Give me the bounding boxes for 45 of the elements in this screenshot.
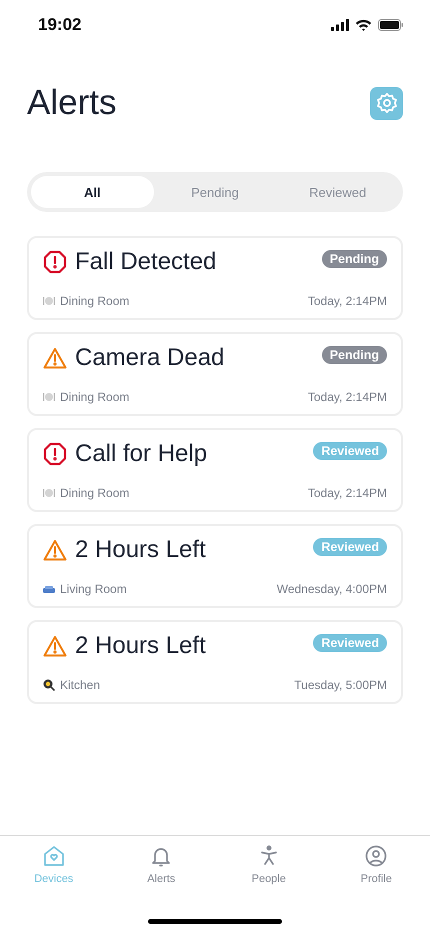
alert-location: Dining Room xyxy=(60,486,130,500)
status-time: 19:02 xyxy=(38,15,82,35)
alert-octagon-icon xyxy=(43,442,67,466)
alert-octagon-icon xyxy=(43,250,67,274)
alert-card[interactable]: Fall Detected Pending Dining Room Today, 2:14PM xyxy=(27,236,403,320)
alert-time: Tuesday, 5:00PM xyxy=(294,678,387,692)
status-label: Pending xyxy=(322,250,387,268)
alert-location: Kitchen xyxy=(60,678,100,692)
settings-button[interactable] xyxy=(370,86,403,120)
alert-time: Wednesday, 4:00PM xyxy=(276,582,387,596)
signal-icon xyxy=(331,19,349,31)
settings-icon xyxy=(376,92,398,114)
filter-tab[interactable]: All xyxy=(31,176,154,208)
alert-card[interactable]: 2 Hours Left Reviewed Living Room Wednesday, 4:00PM xyxy=(27,524,403,608)
sofa-icon xyxy=(43,584,55,594)
status-label: Reviewed xyxy=(313,538,387,556)
warning-triangle-icon xyxy=(43,635,67,657)
alert-time: Today, 2:14PM xyxy=(308,294,387,308)
alert-title: Call for Help xyxy=(75,440,208,468)
alert-card[interactable]: 2 Hours Left Reviewed Kitchen Tuesday, 5:00PM xyxy=(27,620,403,704)
battery-icon xyxy=(378,19,404,31)
plate-icon xyxy=(43,392,55,402)
alert-title: 2 Hours Left xyxy=(75,632,206,660)
alert-title: 2 Hours Left xyxy=(75,536,206,564)
warning-triangle-icon xyxy=(43,347,67,369)
status-label: Reviewed xyxy=(313,634,387,652)
plate-icon xyxy=(43,296,55,306)
alert-location: Dining Room xyxy=(60,390,130,404)
alert-card[interactable]: Camera Dead Pending Dining Room Today, 2:14PM xyxy=(27,332,403,416)
status-label: Reviewed xyxy=(313,442,387,460)
wifi-icon xyxy=(355,19,372,31)
status-label: Pending xyxy=(322,346,387,364)
frying-pan-icon xyxy=(43,679,55,691)
alert-time: Today, 2:14PM xyxy=(308,486,387,500)
alert-location: Dining Room xyxy=(60,294,130,308)
alert-location: Living Room xyxy=(60,582,127,596)
alert-card[interactable]: Call for Help Reviewed Dining Room Today, 2:14PM xyxy=(27,428,403,512)
alert-title: Camera Dead xyxy=(75,344,224,372)
alert-title: Fall Detected xyxy=(75,248,216,276)
warning-triangle-icon xyxy=(43,539,67,561)
alert-time: Today, 2:14PM xyxy=(308,390,387,404)
plate-icon xyxy=(43,488,55,498)
profile-icon xyxy=(364,844,388,868)
page-title: Alerts xyxy=(27,83,116,123)
home-heart-icon xyxy=(42,844,66,868)
